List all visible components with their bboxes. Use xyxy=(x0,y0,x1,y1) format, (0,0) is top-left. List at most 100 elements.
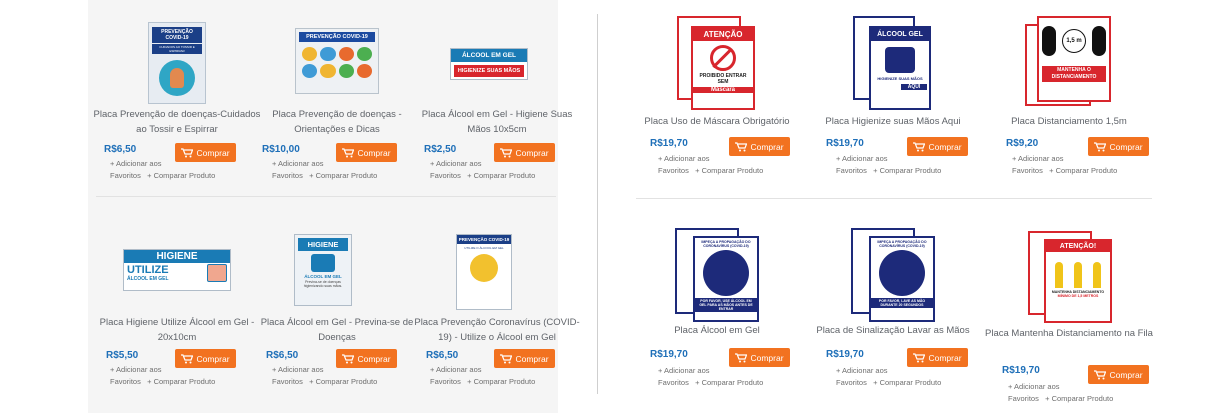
favorites-link[interactable]: Favoritos xyxy=(430,171,461,180)
product-price: R$9,20 xyxy=(1006,138,1039,149)
product-name[interactable]: Placa Higiene Utilize Álcool em Gel - 20… xyxy=(92,315,262,345)
product-image[interactable]: PREVENÇÃO COVID-19 xyxy=(292,26,382,96)
buy-label: Comprar xyxy=(357,353,391,364)
sign-graphic: ÁLCOOL GEL HIGIENIZE SUAS MÃOS AQUI xyxy=(869,26,931,110)
sign-heading: IMPEÇA A PROPAGAÇÃO DO CORONAVÍRUS (COVI… xyxy=(877,240,927,248)
product-name[interactable]: Placa Álcool em Gel - Previna-se de Doen… xyxy=(252,315,422,345)
product-links: + Adicionar aos Favoritos + Comparar Pro… xyxy=(658,153,763,177)
sign-stack: ATENÇÃO PROIBIDO ENTRAR SEM Máscara xyxy=(677,16,757,112)
favorites-link[interactable]: Favoritos xyxy=(658,378,689,387)
product-name[interactable]: Placa Álcool em Gel xyxy=(632,323,802,338)
product-links: + Adicionar aos Favoritos + Comparar Pro… xyxy=(836,153,941,177)
product-image[interactable]: PREVENÇÃO COVID-19 CUIDADOS AO TOSSIR E … xyxy=(136,22,218,104)
buy-label: Comprar xyxy=(357,147,391,158)
compare-link[interactable]: + Comparar Produto xyxy=(873,378,941,387)
compare-link[interactable]: + Comparar Produto xyxy=(467,171,535,180)
product-links: + Adicionar aos Favoritos + Comparar Pro… xyxy=(110,364,215,388)
product-image[interactable]: IMPEÇA A PROPAGAÇÃO DO CORONAVÍRUS (COVI… xyxy=(848,227,940,323)
product-image[interactable]: IMPEÇA A PROPAGAÇÃO DO CORONAVÍRUS (COVI… xyxy=(672,227,764,323)
add-favorites-link[interactable]: + Adicionar aos xyxy=(272,159,324,168)
add-favorites-link[interactable]: + Adicionar aos xyxy=(272,365,324,374)
product-name[interactable]: Placa Prevenção de doenças-Cuidados ao T… xyxy=(92,107,262,137)
product-image[interactable]: ÁLCOOL EM GEL HIGIENIZE SUAS MÃOS xyxy=(449,46,529,82)
add-favorites-link[interactable]: + Adicionar aos xyxy=(658,366,710,375)
favorites-link[interactable]: Favoritos xyxy=(836,166,867,175)
product-name[interactable]: Placa de Sinalização Lavar as Mãos xyxy=(808,323,978,338)
product-links: + Adicionar aos Favoritos + Comparar Pro… xyxy=(272,158,377,182)
compare-link[interactable]: + Comparar Produto xyxy=(147,171,215,180)
sign-sub: CUIDADOS AO TOSSIR E ESPIRRAR xyxy=(152,44,202,54)
compare-link[interactable]: + Comparar Produto xyxy=(695,378,763,387)
favorites-link[interactable]: Favoritos xyxy=(272,171,303,180)
sign-sub2: AQUI xyxy=(901,84,927,90)
sign-sub: UTILIZE xyxy=(127,264,169,276)
product-price: R$6,50 xyxy=(266,350,299,361)
favorites-link[interactable]: Favoritos xyxy=(110,377,141,386)
product-card: ATENÇÃO! MANTENHA DISTANCIAMENTO MÍNIMO … xyxy=(984,199,1154,413)
favorites-link[interactable]: Favoritos xyxy=(1008,394,1039,403)
compare-link[interactable]: + Comparar Produto xyxy=(309,377,377,386)
add-favorites-link[interactable]: + Adicionar aos xyxy=(1012,154,1064,163)
hands-icon xyxy=(207,264,227,282)
product-image[interactable]: 1,5 m MANTENHA O DISTANCIAMENTO xyxy=(1022,14,1114,114)
add-favorites-link[interactable]: + Adicionar aos xyxy=(1008,382,1060,391)
product-links: + Adicionar aos Favoritos + Comparar Pro… xyxy=(836,365,941,389)
panel-divider xyxy=(597,14,598,394)
favorites-link[interactable]: Favoritos xyxy=(272,377,303,386)
product-name[interactable]: Placa Higienize suas Mãos Aqui xyxy=(808,114,978,129)
product-card: IMPEÇA A PROPAGAÇÃO DO CORONAVÍRUS (COVI… xyxy=(808,199,978,413)
favorites-link[interactable]: Favoritos xyxy=(110,171,141,180)
compare-link[interactable]: + Comparar Produto xyxy=(873,166,941,175)
add-favorites-link[interactable]: + Adicionar aos xyxy=(836,366,888,375)
product-image[interactable]: ATENÇÃO! MANTENHA DISTANCIAMENTO MÍNIMO … xyxy=(1026,229,1116,325)
compare-link[interactable]: + Comparar Produto xyxy=(695,166,763,175)
compare-link[interactable]: + Comparar Produto xyxy=(1049,166,1117,175)
favorites-link[interactable]: Favoritos xyxy=(836,378,867,387)
distance-label: 1,5 m xyxy=(1062,29,1086,53)
sign-graphic: IMPEÇA A PROPAGAÇÃO DO CORONAVÍRUS (COVI… xyxy=(693,236,759,322)
sign-heading: PREVENÇÃO COVID-19 xyxy=(299,32,375,42)
add-favorites-link[interactable]: + Adicionar aos xyxy=(836,154,888,163)
product-image[interactable]: ATENÇÃO PROIBIDO ENTRAR SEM Máscara xyxy=(672,14,762,114)
add-favorites-link[interactable]: + Adicionar aos xyxy=(430,365,482,374)
add-favorites-link[interactable]: + Adicionar aos xyxy=(110,365,162,374)
hands-icon xyxy=(703,250,749,296)
add-favorites-link[interactable]: + Adicionar aos xyxy=(430,159,482,168)
cart-icon xyxy=(342,353,355,363)
cart-icon xyxy=(1094,369,1107,379)
cart-icon xyxy=(181,147,194,157)
buy-label: Comprar xyxy=(750,352,784,363)
product-image[interactable]: HIGIENE UTILIZE ÁLCOOL EM GEL xyxy=(120,249,234,291)
product-links: + Adicionar aos Favoritos + Comparar Pro… xyxy=(430,158,535,182)
favorites-link[interactable]: Favoritos xyxy=(658,166,689,175)
sign-heading: PREVENÇÃO COVID-19 xyxy=(152,27,202,43)
product-name[interactable]: Placa Distanciamento 1,5m xyxy=(984,114,1154,129)
add-favorites-link[interactable]: + Adicionar aos xyxy=(110,159,162,168)
compare-link[interactable]: + Comparar Produto xyxy=(1045,394,1113,403)
buy-label: Comprar xyxy=(515,353,549,364)
favorites-link[interactable]: Favoritos xyxy=(1012,166,1043,175)
compare-link[interactable]: + Comparar Produto xyxy=(467,377,535,386)
sign-sub2: ÁLCOOL EM GEL xyxy=(127,276,169,282)
product-image[interactable]: HIGIENE ÁLCOOL EM GEL Previna-se de doen… xyxy=(292,233,354,307)
sign-graphic: ÁLCOOL EM GEL HIGIENIZE SUAS MÃOS xyxy=(450,48,528,80)
product-image[interactable]: ÁLCOOL GEL HIGIENIZE SUAS MÃOS AQUI xyxy=(848,14,938,114)
cart-icon xyxy=(181,353,194,363)
compare-link[interactable]: + Comparar Produto xyxy=(147,377,215,386)
sign-stack: ATENÇÃO! MANTENHA DISTANCIAMENTO MÍNIMO … xyxy=(1028,231,1114,323)
sign-sub: PROIBIDO ENTRAR SEM xyxy=(699,73,747,85)
sign-heading: ÁLCOOL EM GEL xyxy=(451,49,527,62)
product-name[interactable]: Placa Prevenção Coronavírus (COVID-19) -… xyxy=(412,315,582,345)
buy-label: Comprar xyxy=(196,147,230,158)
sign-stack: ÁLCOOL GEL HIGIENIZE SUAS MÃOS AQUI xyxy=(853,16,933,112)
product-price: R$6,50 xyxy=(104,144,137,155)
favorites-link[interactable]: Favoritos xyxy=(430,377,461,386)
product-name[interactable]: Placa Uso de Máscara Obrigatório xyxy=(632,114,802,129)
add-favorites-link[interactable]: + Adicionar aos xyxy=(658,154,710,163)
product-name[interactable]: Placa Prevenção de doenças - Orientações… xyxy=(252,107,422,137)
product-name[interactable]: Placa Mantenha Distanciamento na Fila xyxy=(984,326,1154,341)
product-name[interactable]: Placa Álcool em Gel - Higiene Suas Mãos … xyxy=(412,107,582,137)
sign-sub: MANTENHA O DISTANCIAMENTO xyxy=(1042,66,1106,82)
compare-link[interactable]: + Comparar Produto xyxy=(309,171,377,180)
product-image[interactable]: PREVENÇÃO COVID-19 UTILIZE O ÁLCOOL EM G… xyxy=(454,233,514,311)
